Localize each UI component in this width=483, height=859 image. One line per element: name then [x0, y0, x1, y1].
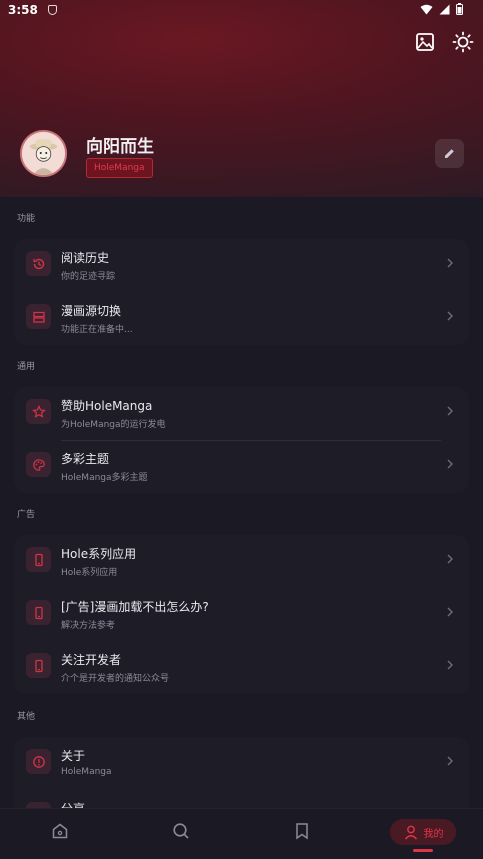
- section-label-other: 其他: [17, 712, 36, 722]
- section-label-ads: 广告: [17, 510, 36, 520]
- other-card: 关于 HoleManga 分享: [14, 737, 469, 817]
- search-icon[interactable]: [171, 821, 193, 843]
- item-title: 漫画源切换: [61, 304, 122, 318]
- list-item-reading-history[interactable]: 阅读历史 你的足迹寻踪: [14, 239, 469, 292]
- item-title: 赞助HoleManga: [61, 399, 153, 413]
- item-title: 阅读历史: [61, 251, 110, 265]
- profile-header: 3:58 向阳而生 HoleManga: [0, 0, 483, 197]
- chevron-right-icon: [447, 311, 453, 321]
- brightness-icon[interactable]: [452, 31, 474, 53]
- chevron-right-icon: [447, 607, 453, 617]
- list-item-sponsor[interactable]: 赞助HoleManga 为HoleManga的运行发电: [14, 387, 469, 440]
- source-switch-icon: [26, 304, 51, 329]
- list-item-follow-developer[interactable]: 关注开发者 介个是开发者的通知公众号: [14, 641, 469, 694]
- item-subtitle: 你的足迹寻踪: [61, 272, 116, 282]
- chevron-right-icon: [447, 406, 453, 416]
- chevron-right-icon: [447, 660, 453, 670]
- phone-icon: [26, 653, 51, 678]
- item-title: 关于: [61, 749, 86, 763]
- list-item-hole-apps[interactable]: Hole系列应用 Hole系列应用: [14, 535, 469, 588]
- list-item-themes[interactable]: 多彩主题 HoleManga多彩主题: [14, 440, 469, 493]
- chevron-right-icon: [447, 258, 453, 268]
- phone-icon: [26, 600, 51, 625]
- avatar[interactable]: [20, 130, 67, 177]
- list-item-ad-loading-help[interactable]: [广告]漫画加载不出怎么办? 解决方法参考: [14, 588, 469, 641]
- nav-indicator: [413, 849, 433, 852]
- signal-icon: [439, 4, 450, 14]
- nav-tab-mine[interactable]: 我的: [390, 819, 456, 845]
- status-bar: 3:58: [0, 0, 483, 22]
- edit-profile-button[interactable]: [435, 139, 464, 168]
- user-badge: HoleManga: [86, 158, 153, 178]
- list-item-source-switch[interactable]: 漫画源切换 功能正在准备中...: [14, 292, 469, 345]
- wifi-icon: [420, 4, 433, 14]
- section-label-general: 通用: [17, 362, 36, 372]
- item-subtitle: HoleManga多彩主题: [61, 473, 148, 483]
- item-title: 关注开发者: [61, 653, 122, 667]
- item-subtitle: 解决方法参考: [61, 621, 116, 631]
- star-icon: [26, 399, 51, 424]
- home-icon[interactable]: [50, 821, 72, 843]
- chevron-right-icon: [447, 554, 453, 564]
- item-subtitle: 功能正在准备中...: [61, 325, 133, 335]
- battery-icon: [456, 3, 463, 15]
- bottom-navigation: 我的: [0, 808, 483, 859]
- section-label-features: 功能: [17, 214, 36, 224]
- chevron-right-icon: [447, 459, 453, 469]
- item-subtitle: 介个是开发者的通知公众号: [61, 674, 170, 684]
- status-time: 3:58: [8, 3, 38, 17]
- ads-card: Hole系列应用 Hole系列应用 [广告]漫画加载不出怎么办? 解决方法参考 …: [14, 535, 469, 694]
- item-subtitle: HoleManga: [61, 767, 112, 777]
- item-subtitle: Hole系列应用: [61, 568, 118, 578]
- palette-icon: [26, 452, 51, 477]
- item-title: 多彩主题: [61, 452, 110, 466]
- list-item-about[interactable]: 关于 HoleManga: [14, 737, 469, 790]
- history-icon: [26, 251, 51, 276]
- bookmark-icon[interactable]: [292, 821, 314, 843]
- pencil-icon: [445, 149, 454, 158]
- features-card: 阅读历史 你的足迹寻踪 漫画源切换 功能正在准备中...: [14, 239, 469, 345]
- general-card: 赞助HoleManga 为HoleManga的运行发电 多彩主题 HoleMan…: [14, 387, 469, 493]
- image-icon[interactable]: [414, 31, 436, 53]
- item-title: [广告]漫画加载不出怎么办?: [61, 600, 209, 614]
- phone-icon: [26, 547, 51, 572]
- nav-tab-label: 我的: [423, 828, 444, 840]
- status-icons: [420, 3, 463, 15]
- item-subtitle: 为HoleManga的运行发电: [61, 420, 166, 430]
- profile-icon: [404, 825, 417, 840]
- chevron-right-icon: [447, 756, 453, 766]
- item-title: Hole系列应用: [61, 547, 137, 561]
- shield-icon: [48, 5, 57, 15]
- username: 向阳而生: [86, 137, 154, 157]
- info-icon: [26, 749, 51, 774]
